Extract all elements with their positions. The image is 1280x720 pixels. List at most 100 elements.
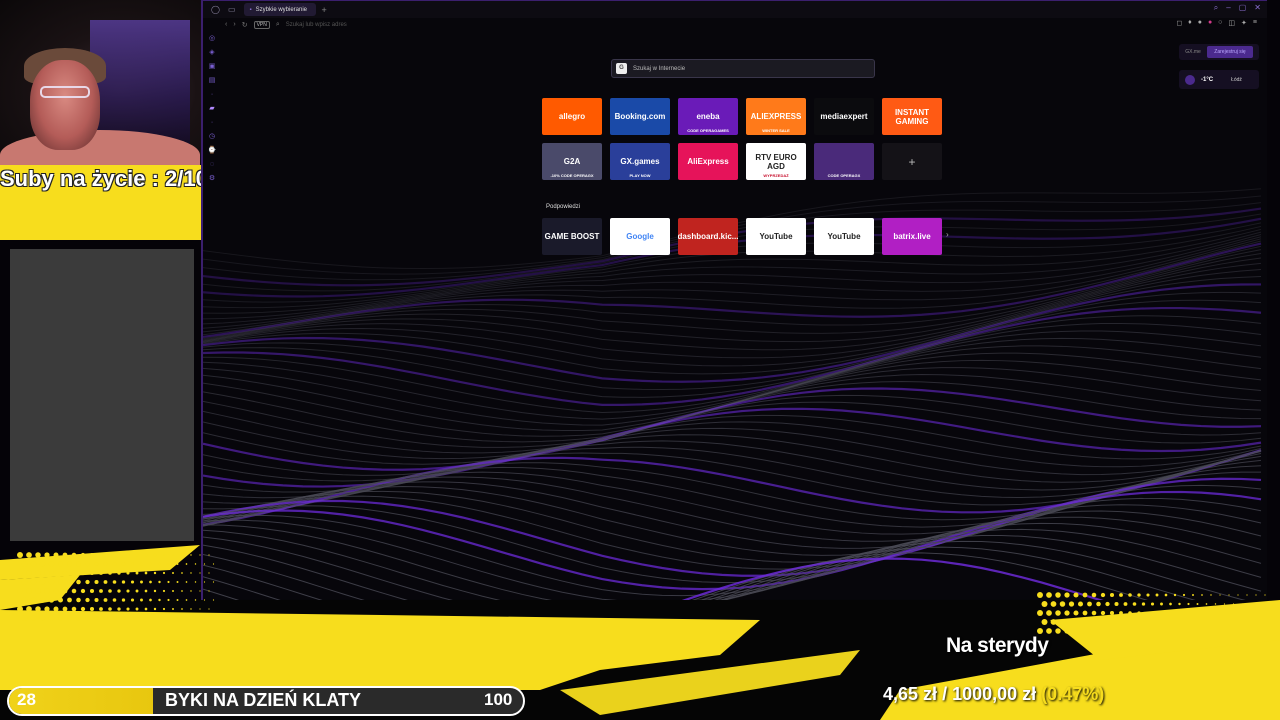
gx-control-icon[interactable]: ● — [1208, 19, 1212, 27]
halftone-dot — [108, 571, 112, 575]
halftone-dot — [140, 598, 143, 602]
weather-widget[interactable]: -1°C Łódź — [1179, 70, 1259, 89]
halftone-dot — [190, 608, 192, 610]
wallet-icon[interactable]: ◫ — [1228, 19, 1235, 27]
halftone-dot — [117, 553, 121, 557]
halftone-dot — [185, 581, 188, 583]
sidebar-downloads-icon[interactable]: ⌚ — [208, 147, 217, 155]
halftone-dot — [39, 615, 46, 621]
halftone-dot — [30, 615, 37, 621]
halftone-dot — [1109, 610, 1115, 616]
halftone-dot — [21, 615, 28, 621]
halftone-dot — [44, 606, 50, 612]
minimize-icon[interactable]: – — [1226, 3, 1230, 13]
reload-icon[interactable]: ↻ — [242, 21, 248, 29]
sidebar-gx-corner-icon[interactable]: ◈ — [209, 49, 214, 57]
back-icon[interactable]: ‹ — [225, 21, 227, 28]
halftone-dot — [149, 562, 152, 566]
speed-dial-tile[interactable]: Booking.com — [610, 98, 670, 135]
halftone-dot — [176, 617, 179, 619]
speed-dial-tile[interactable]: batrix.live — [882, 218, 942, 255]
speed-dial-tile[interactable]: Google — [610, 218, 670, 255]
search-placeholder: Szukaj w Internecie — [633, 65, 686, 72]
halftone-dot — [1087, 601, 1092, 607]
messenger-icon[interactable]: ○ — [1218, 19, 1222, 27]
tab-list-icon[interactable]: ▭ — [228, 5, 236, 14]
close-icon[interactable]: ✕ — [1254, 3, 1261, 13]
halftone-dot — [1214, 603, 1217, 605]
aria-ai-icon[interactable]: ✦ — [1241, 19, 1247, 27]
halftone-dot — [17, 552, 23, 558]
speed-dial-tile[interactable]: GAME BOOST — [542, 218, 602, 255]
halftone-dot — [85, 561, 90, 567]
speed-dial-tile[interactable]: allegro — [542, 98, 602, 135]
halftone-dot — [121, 562, 126, 566]
halftone-dot — [76, 597, 81, 603]
address-input[interactable]: Szukaj lub wpisz adres — [286, 22, 347, 28]
tile-label: G2A — [563, 157, 581, 166]
halftone-dot — [48, 615, 55, 621]
halftone-dot — [48, 597, 55, 603]
sub-counter-text: Suby na życie : 2/10 — [0, 166, 208, 191]
sidebar-music-icon[interactable]: ▣ — [209, 63, 216, 71]
goal-separator: / — [942, 684, 948, 704]
forward-icon[interactable]: › — [233, 21, 235, 28]
bookmark-icon[interactable]: ♦ — [1188, 19, 1192, 27]
new-tab-button[interactable]: + — [322, 5, 327, 15]
sidebar-gx-control-icon[interactable]: ◎ — [209, 35, 215, 43]
halftone-dot — [208, 572, 210, 574]
halftone-dot — [1082, 610, 1088, 616]
halftone-dot — [71, 570, 77, 576]
settings-menu-icon[interactable]: ≡ — [1253, 19, 1257, 27]
halftone-dot — [1128, 593, 1132, 597]
window-controls: ⌕ – ▢ ✕ — [1214, 3, 1261, 13]
speed-dial-tile[interactable]: ALIEXPRESS WINTER SALE — [746, 98, 806, 135]
halftone-dot — [62, 552, 68, 558]
speed-dial-tile[interactable]: mediaexpert — [814, 98, 874, 135]
halftone-dot — [162, 607, 166, 611]
halftone-dot — [185, 563, 188, 565]
halftone-dot — [1237, 594, 1239, 596]
speed-dial-tile[interactable]: G2A -10% CODE OPERAGX — [542, 143, 602, 180]
tile-label: eneba — [696, 112, 720, 121]
speed-dial-tile[interactable]: GX.games PLAY NOW — [610, 143, 670, 180]
gx-login-button[interactable]: Zarejestruj się — [1207, 46, 1253, 58]
speed-dial-tile[interactable]: AliExpress — [678, 143, 738, 180]
opera-logo-icon[interactable]: ◯ — [211, 5, 220, 14]
chevron-right-icon[interactable]: › — [946, 230, 949, 239]
halftone-dot — [126, 553, 130, 557]
halftone-dot — [176, 599, 179, 601]
search-input[interactable]: G Szukaj w Internecie — [611, 59, 875, 78]
speed-dial-tile[interactable]: + — [882, 143, 942, 180]
progress-target: 100 — [484, 690, 513, 709]
tile-label: Google — [626, 232, 654, 241]
halftone-dot — [80, 606, 86, 612]
search-tabs-icon[interactable]: ⌕ — [1214, 3, 1218, 13]
sidebar-twitch-icon[interactable]: ▤ — [209, 77, 216, 85]
halftone-dot — [172, 590, 174, 592]
speed-dial-tile[interactable]: YouTube — [814, 218, 874, 255]
halftone-dot — [117, 607, 121, 611]
maximize-icon[interactable]: ▢ — [1239, 3, 1247, 13]
snapshot-icon[interactable]: ◻ — [1176, 19, 1182, 27]
halftone-dot — [212, 581, 215, 583]
sidebar-settings-icon[interactable]: ⚙ — [209, 175, 215, 183]
extension-icon[interactable]: ● — [1198, 19, 1202, 27]
sidebar-pin-icon[interactable]: ◌ — [210, 161, 214, 169]
speed-dial-tile[interactable]: CODE OPERAGX — [814, 143, 874, 180]
tab-speed-dial[interactable]: ▪ Szybkie wybieranie — [243, 3, 316, 16]
halftone-dot — [89, 570, 95, 576]
sidebar-history-icon[interactable]: ◷ — [209, 133, 215, 141]
weather-temperature: -1°C — [1201, 76, 1214, 83]
halftone-dot — [1228, 594, 1230, 596]
speed-dial-tile[interactable]: INSTANT GAMING — [882, 98, 942, 135]
vpn-badge[interactable]: VPN — [253, 20, 270, 29]
sidebar-discord-icon[interactable]: ▰ — [209, 105, 214, 113]
search-icon: ⌕ — [275, 20, 280, 28]
speed-dial-tile[interactable]: eneba CODE OPERAGAMES — [678, 98, 738, 135]
speed-dial-tile[interactable]: YouTube — [746, 218, 806, 255]
speed-dial-tile[interactable]: RTV EURO AGD WYPRZEDAŻ — [746, 143, 806, 180]
speed-dial-tile[interactable]: dashboard.kic... — [678, 218, 738, 255]
sidebar-divider: · — [210, 91, 214, 98]
halftone-dot — [135, 607, 139, 611]
